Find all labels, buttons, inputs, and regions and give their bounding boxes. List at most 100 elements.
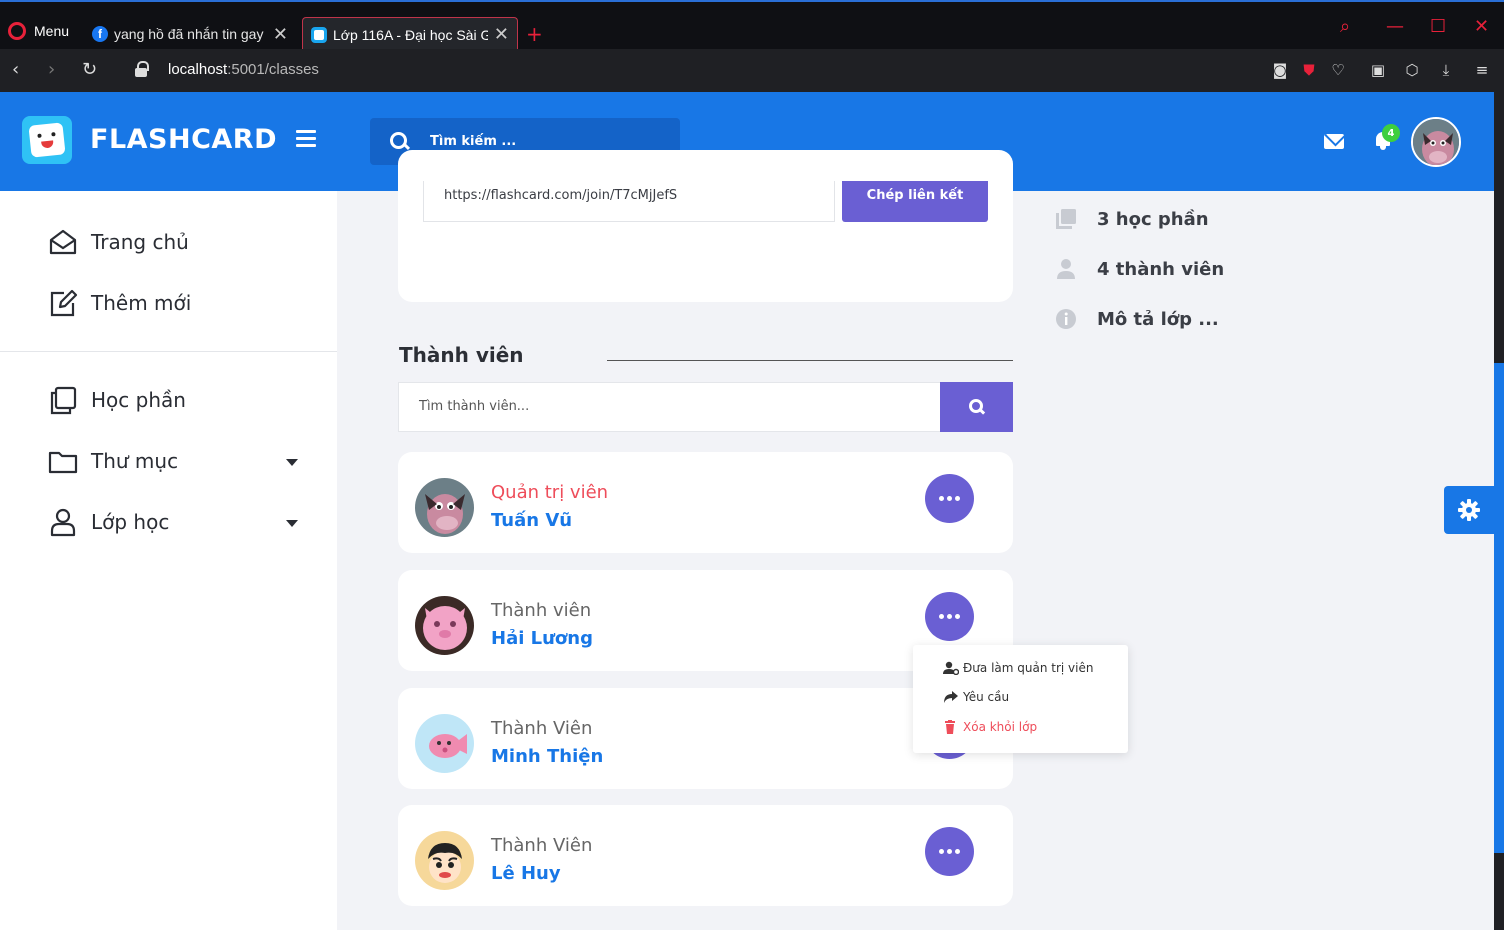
info-icon	[1056, 309, 1076, 329]
notification-badge: 4	[1382, 124, 1400, 142]
share-arrow-icon	[944, 691, 958, 703]
brand-name[interactable]: FLASHCARD	[90, 124, 277, 155]
more-options-button[interactable]	[925, 592, 974, 641]
url-path: :5001/classes	[227, 61, 319, 78]
close-window-button[interactable]: ✕	[1474, 16, 1489, 37]
url-host: localhost	[168, 61, 228, 78]
member-name[interactable]: Lê Huy	[491, 863, 561, 884]
shield-icon[interactable]: ⛊	[1301, 62, 1317, 78]
easy-setup-icon[interactable]: ≡	[1474, 62, 1490, 78]
member-role: Thành Viên	[491, 835, 593, 856]
menu-item-label: Đưa làm quản trị viên	[963, 661, 1094, 675]
maximize-button[interactable]: ☐	[1430, 16, 1446, 37]
cube-icon[interactable]: ⬡	[1404, 62, 1420, 78]
url-field[interactable]: localhost:5001/classes	[168, 61, 319, 78]
browser-search-icon[interactable]: ⌕	[1340, 16, 1350, 37]
user-cog-icon	[943, 661, 959, 675]
sidebar-item-label: Lớp học	[91, 510, 170, 534]
flashcard-logo-icon[interactable]	[22, 116, 72, 164]
sidebar-item-label: Thư mục	[91, 449, 179, 473]
browser-menu-label: Menu	[34, 23, 70, 39]
home-envelope-icon	[49, 229, 77, 255]
member-card: Quản trị viên Tuấn Vũ	[398, 452, 1013, 553]
menu-item-label: Yêu cầu	[963, 690, 1010, 704]
stat-description-label: Mô tả lớp ...	[1097, 308, 1219, 330]
menu-item-remove[interactable]: Xóa khỏi lớp	[943, 720, 1037, 734]
scrollbar-thumb[interactable]	[1494, 363, 1504, 853]
browser-tab-facebook[interactable]: f yang hồ đã nhắn tin gay ✕	[84, 17, 296, 51]
mail-icon[interactable]	[1324, 134, 1344, 149]
browser-tab-class[interactable]: Lớp 116A - Đại học Sài Gòn ✕	[302, 17, 518, 51]
stat-modules-label: 3 học phần	[1097, 208, 1209, 230]
browser-menu-button[interactable]: Menu	[8, 22, 69, 40]
member-name[interactable]: Tuấn Vũ	[491, 510, 572, 531]
snapshot-icon[interactable]: ▣	[1370, 62, 1386, 78]
user-icon	[1057, 259, 1075, 279]
copy-link-button[interactable]: Chép liên kết	[842, 181, 988, 222]
sidebar-divider	[0, 351, 337, 352]
settings-button[interactable]	[1444, 486, 1494, 534]
member-search-button[interactable]	[940, 382, 1013, 432]
member-role: Quản trị viên	[491, 482, 609, 503]
more-options-button[interactable]	[925, 827, 974, 876]
chevron-down-icon[interactable]	[286, 459, 298, 466]
tab-title: yang hồ đã nhắn tin gay	[114, 26, 264, 42]
forward-button[interactable]: ›	[48, 59, 55, 80]
lock-icon	[134, 61, 149, 77]
camera-icon[interactable]: ◙	[1272, 62, 1288, 78]
section-divider	[607, 360, 1013, 361]
sidebar-item-home[interactable]: Trang chủ	[48, 227, 189, 257]
trash-icon	[945, 720, 955, 734]
member-card: Thành Viên Lê Huy	[398, 805, 1013, 906]
stat-members-label: 4 thành viên	[1097, 258, 1225, 280]
close-icon[interactable]: ✕	[494, 24, 509, 45]
invite-link-field[interactable]: https://flashcard.com/join/T7cMjJefS	[423, 181, 835, 222]
member-search-input[interactable]: Tìm thành viên...	[398, 382, 941, 432]
browser-tab-bar: Menu f yang hồ đã nhắn tin gay ✕ Lớp 116…	[0, 0, 1504, 51]
close-icon[interactable]: ✕	[273, 24, 288, 45]
copy-icon	[1056, 209, 1076, 229]
avatar[interactable]	[415, 714, 474, 773]
menu-item-make-admin[interactable]: Đưa làm quản trị viên	[943, 661, 1093, 675]
sidebar-item-classes[interactable]: Lớp học	[48, 507, 169, 537]
stat-members: 4 thành viên	[1055, 258, 1224, 280]
member-name[interactable]: Minh Thiện	[491, 746, 603, 767]
stat-description[interactable]: Mô tả lớp ...	[1055, 308, 1219, 330]
search-icon	[390, 131, 410, 152]
gear-icon	[1458, 499, 1480, 521]
chevron-down-icon[interactable]	[286, 520, 298, 527]
member-role: Thành viên	[491, 600, 592, 621]
back-button[interactable]: ‹	[12, 59, 19, 80]
avatar[interactable]	[415, 596, 474, 655]
member-name[interactable]: Hải Lương	[491, 628, 593, 649]
download-icon[interactable]: ⤓	[1438, 62, 1454, 78]
facebook-icon: f	[92, 26, 108, 42]
avatar[interactable]	[415, 831, 474, 890]
user-icon	[50, 508, 76, 537]
reload-button[interactable]: ↻	[82, 59, 97, 80]
sidebar-item-label: Trang chủ	[91, 230, 189, 254]
search-icon	[968, 399, 985, 415]
avatar[interactable]	[415, 478, 474, 537]
flashcard-icon	[311, 26, 327, 43]
heart-icon[interactable]: ♡	[1330, 62, 1346, 78]
member-role: Thành Viên	[491, 718, 593, 739]
sidebar: Trang chủ Thêm mới Học phần Thư mục Lớp …	[0, 191, 337, 930]
menu-item-label: Xóa khỏi lớp	[963, 720, 1038, 734]
opera-logo-icon	[8, 22, 26, 40]
edit-icon	[50, 289, 78, 317]
members-title: Thành viên	[399, 343, 524, 367]
copy-icon	[50, 386, 77, 415]
invite-card	[398, 150, 1013, 302]
minimize-button[interactable]: —	[1386, 16, 1404, 37]
tab-title: Lớp 116A - Đại học Sài Gòn	[333, 26, 488, 43]
folder-icon	[48, 451, 78, 474]
sidebar-item-folders[interactable]: Thư mục	[48, 446, 178, 476]
sidebar-item-add-new[interactable]: Thêm mới	[48, 288, 191, 318]
sidebar-item-modules[interactable]: Học phần	[48, 385, 186, 415]
new-tab-button[interactable]: +	[526, 22, 543, 46]
menu-item-request[interactable]: Yêu cầu	[943, 690, 1009, 704]
user-avatar[interactable]	[1411, 117, 1461, 167]
hamburger-menu-icon[interactable]	[296, 130, 316, 148]
more-options-button[interactable]	[925, 474, 974, 523]
